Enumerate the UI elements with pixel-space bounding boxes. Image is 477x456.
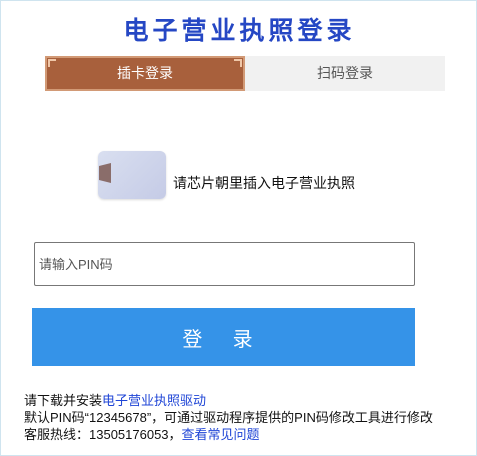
driver-note: 请下载并安装电子营业执照驱动 bbox=[24, 392, 474, 409]
help-notes: 请下载并安装电子营业执照驱动 默认PIN码“12345678”，可通过驱动程序提… bbox=[24, 392, 474, 443]
driver-download-link[interactable]: 电子营业执照驱动 bbox=[102, 393, 206, 408]
hotline-note: 客服热线：13505176053，查看常见问题 bbox=[24, 426, 474, 443]
chip-icon bbox=[99, 163, 111, 183]
hotline-text: 客服热线：13505176053， bbox=[24, 427, 182, 442]
login-button[interactable]: 登 录 bbox=[32, 308, 415, 366]
tab-qr-login[interactable]: 扫码登录 bbox=[245, 56, 445, 91]
login-tabs: 插卡登录 扫码登录 bbox=[45, 56, 445, 91]
pin-input[interactable] bbox=[34, 242, 415, 286]
faq-link[interactable]: 查看常见问题 bbox=[182, 427, 260, 442]
tab-corner-decoration bbox=[234, 59, 242, 67]
insert-card-instruction: 请芯片朝里插入电子营业执照 bbox=[173, 175, 355, 191]
default-pin-note: 默认PIN码“12345678”，可通过驱动程序提供的PIN码修改工具进行修改 bbox=[24, 410, 433, 425]
tab-corner-decoration bbox=[48, 59, 56, 67]
tab-card-login[interactable]: 插卡登录 bbox=[45, 56, 245, 91]
driver-note-text: 请下载并安装 bbox=[24, 393, 103, 408]
card-icon bbox=[98, 151, 166, 199]
login-panel: 电子营业执照登录 插卡登录 扫码登录 请芯片朝里插入电子营业执照 登 录 请下载… bbox=[0, 0, 477, 456]
tab-qr-login-label: 扫码登录 bbox=[317, 65, 373, 81]
page-title: 电子营业执照登录 bbox=[123, 16, 356, 45]
tab-card-login-label: 插卡登录 bbox=[117, 65, 173, 81]
